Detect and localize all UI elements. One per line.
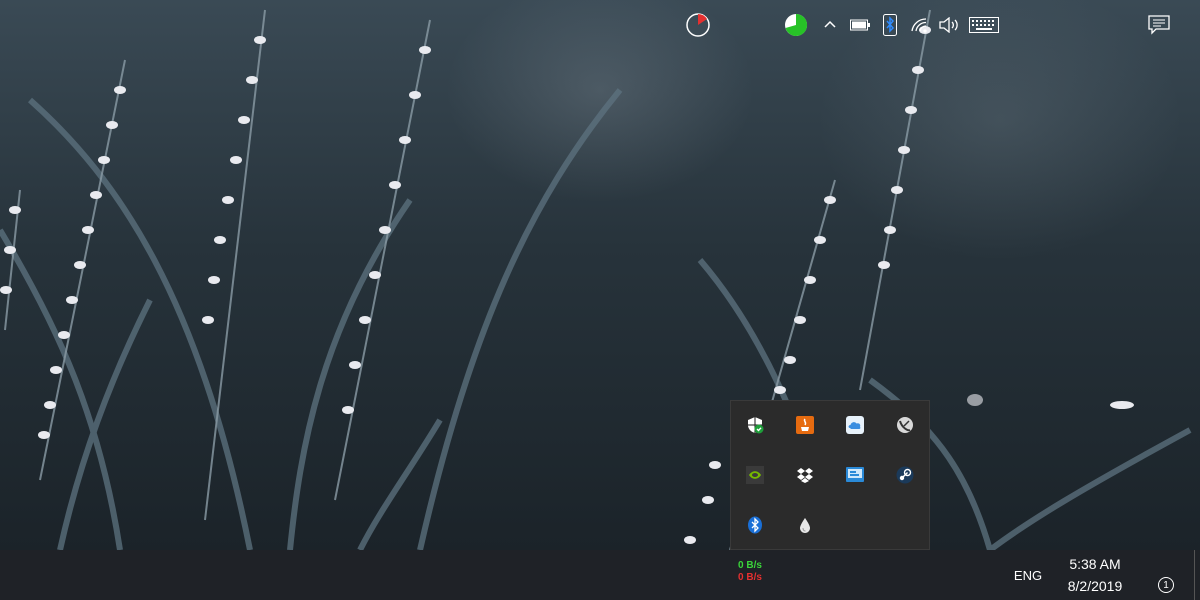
- nvidia-icon[interactable]: [745, 465, 765, 485]
- water-drop-icon[interactable]: [795, 515, 815, 535]
- wifi-icon[interactable]: [908, 0, 932, 50]
- clock[interactable]: 5:38 AM 8/2/2019: [1055, 553, 1135, 597]
- show-desktop-button[interactable]: [1194, 550, 1200, 600]
- notification-count-badge: 1: [1158, 577, 1174, 593]
- desktop-wallpaper: [0, 0, 1200, 550]
- memory-gauge-icon[interactable]: [780, 0, 812, 50]
- network-meter[interactable]: 0 B/s 0 B/s: [730, 560, 770, 584]
- volume-icon[interactable]: [936, 0, 962, 50]
- wallpaper-art: [0, 9, 1192, 550]
- bluetooth-icon[interactable]: [745, 515, 765, 535]
- show-hidden-icons-chevron-icon[interactable]: [818, 0, 842, 50]
- icloud-icon[interactable]: [845, 415, 865, 435]
- upload-speed: 0 B/s: [738, 560, 762, 571]
- tray-overflow-flyout: [730, 400, 930, 550]
- steam-icon[interactable]: [895, 465, 915, 485]
- dropbox-icon[interactable]: [795, 465, 815, 485]
- clock-date: 8/2/2019: [1067, 578, 1123, 594]
- language-indicator[interactable]: ENG: [1008, 550, 1048, 600]
- satellite-dish-icon[interactable]: [895, 415, 915, 435]
- display-settings-icon[interactable]: [845, 465, 865, 485]
- action-center-icon[interactable]: [1144, 0, 1174, 50]
- download-speed: 0 B/s: [738, 572, 762, 583]
- battery-icon[interactable]: [848, 0, 872, 50]
- windows-security-icon[interactable]: [745, 415, 765, 435]
- bluetooth-tray-icon[interactable]: [878, 0, 902, 50]
- java-icon[interactable]: [795, 415, 815, 435]
- touch-keyboard-icon[interactable]: [966, 0, 1002, 50]
- cpu-gauge-icon[interactable]: [682, 0, 714, 50]
- clock-time: 5:38 AM: [1069, 556, 1121, 572]
